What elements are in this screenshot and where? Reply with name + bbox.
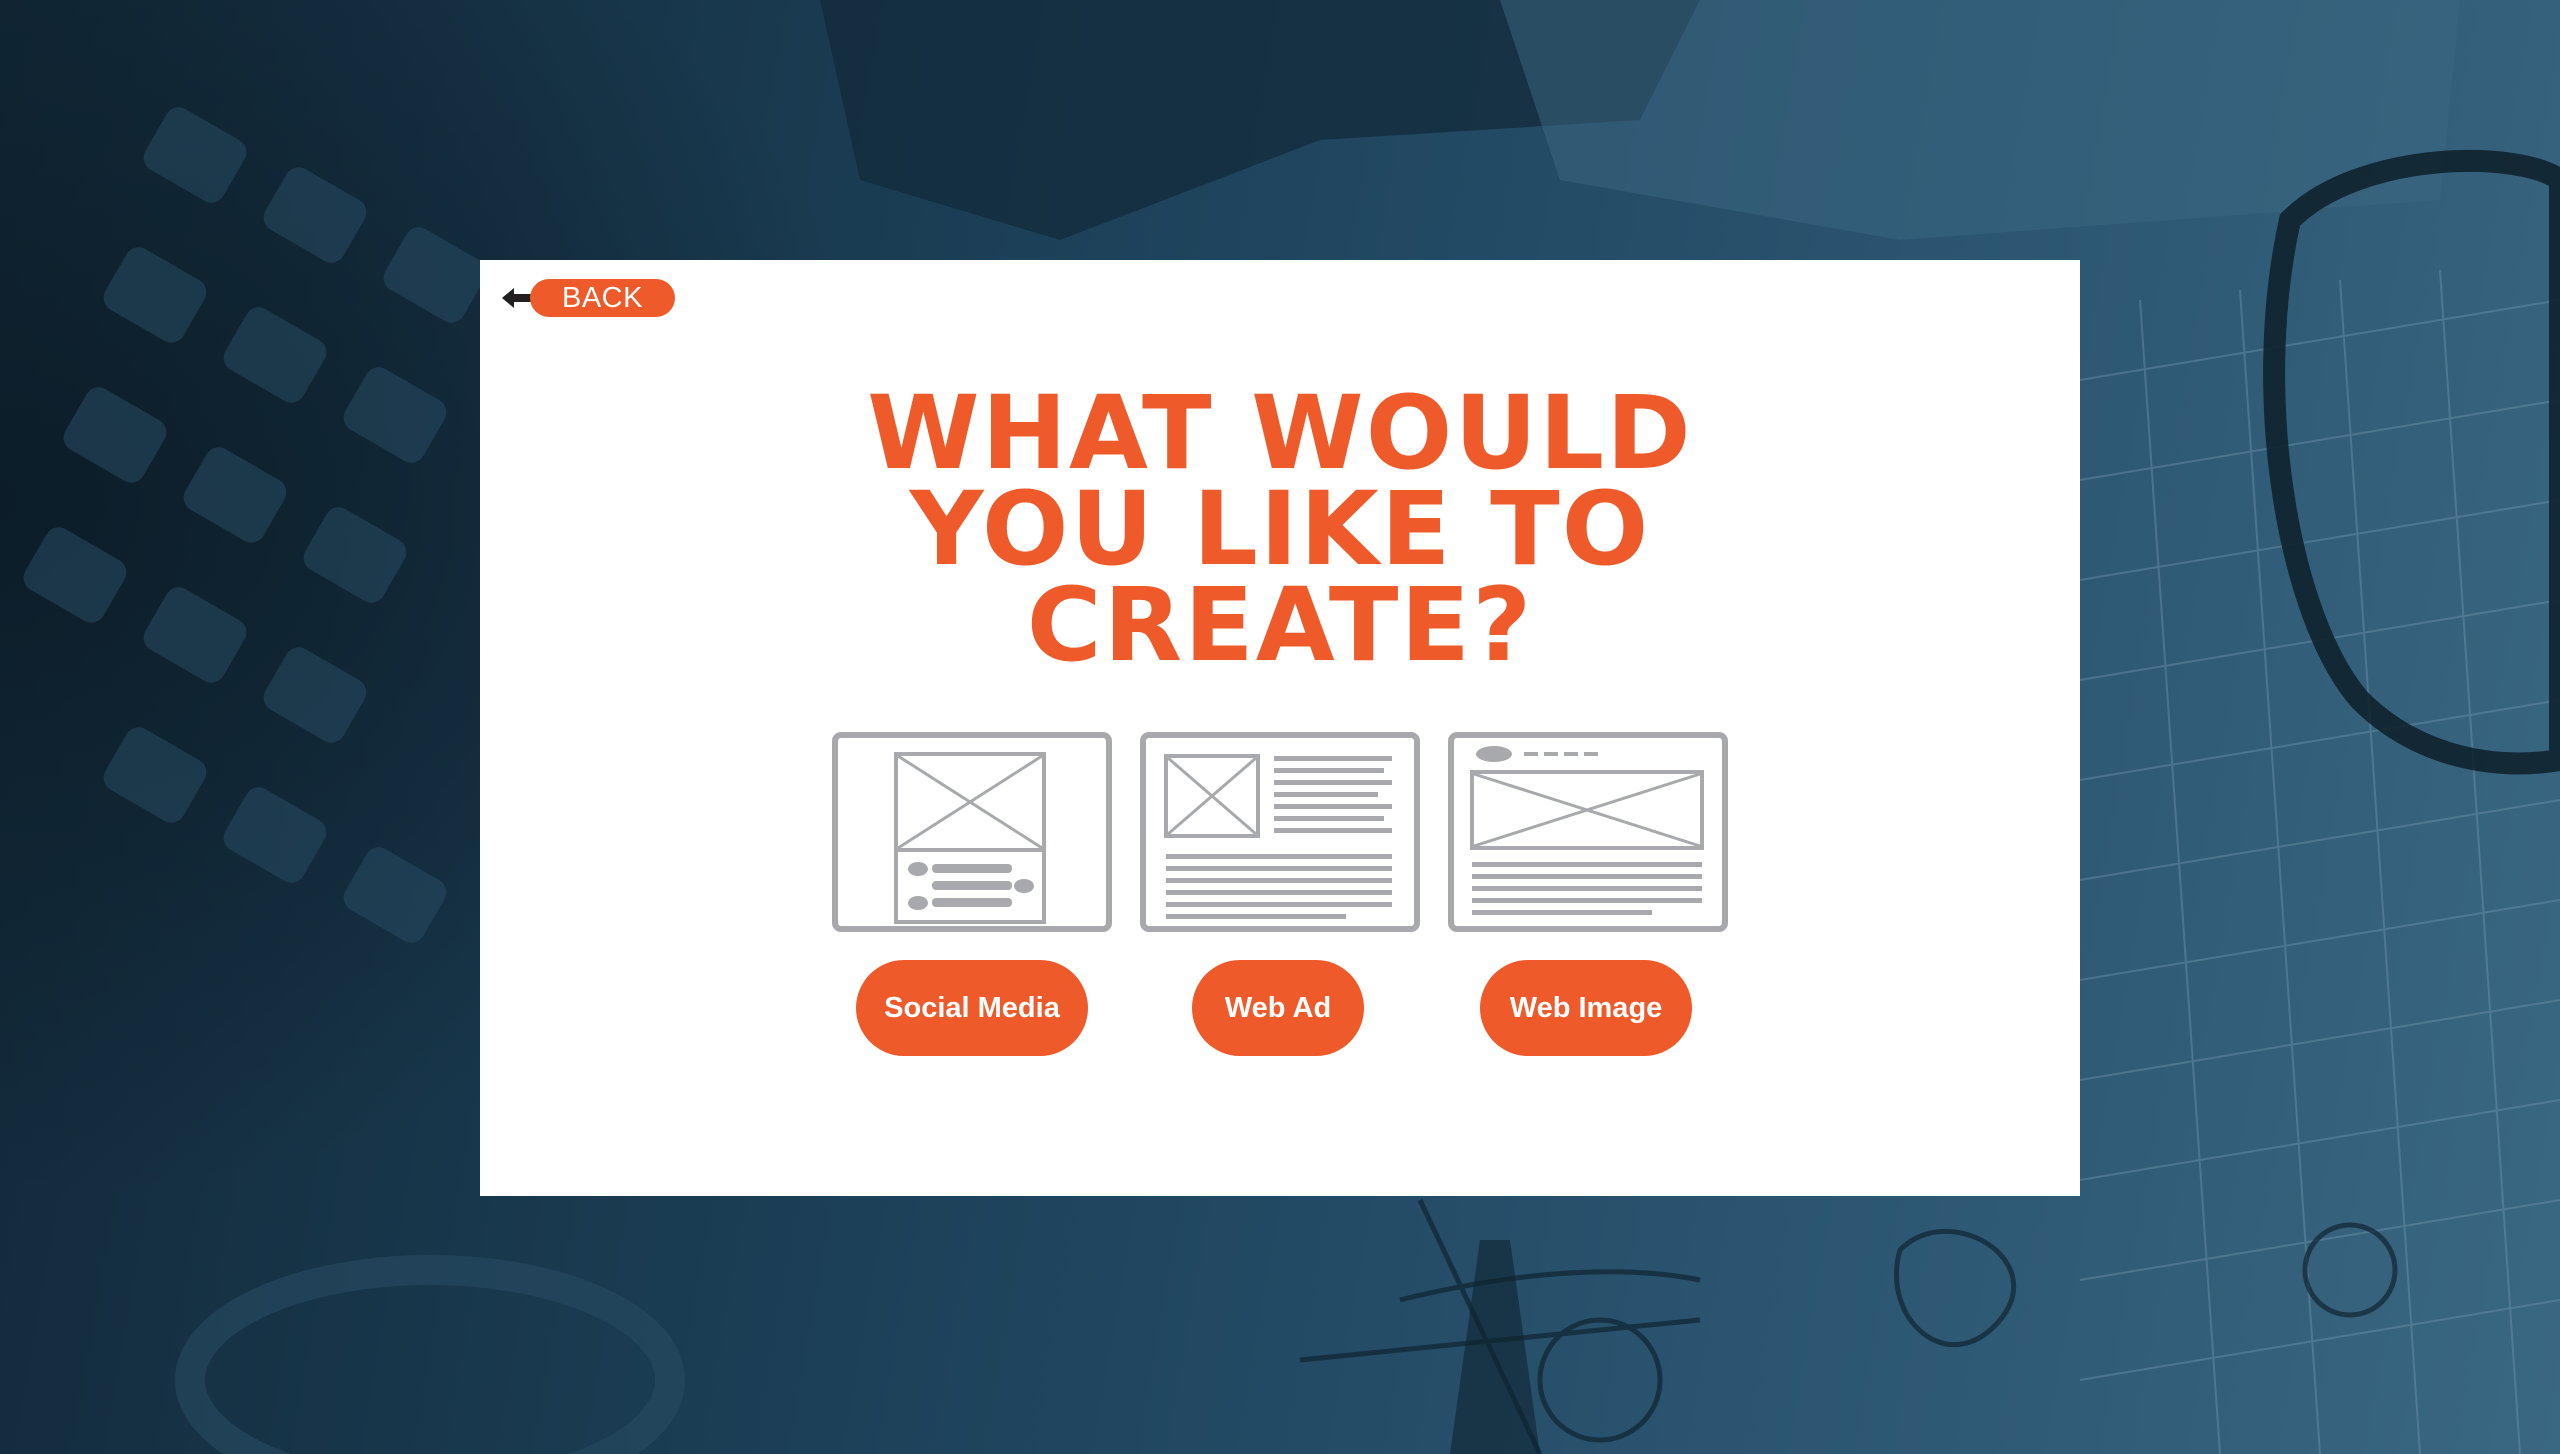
back-button[interactable]: BACK: [530, 279, 675, 317]
option-web-image: Web Image: [1448, 732, 1728, 1062]
page-title-line-2: YOU LIKE TO: [909, 470, 1651, 589]
page-title-line-1: WHAT WOULD: [867, 374, 1693, 493]
web-ad-button[interactable]: Web Ad: [1192, 960, 1364, 1056]
option-web-ad: Web Ad: [1140, 732, 1420, 1062]
page-title-line-3: CREATE?: [1026, 566, 1534, 685]
social-media-wireframe-icon[interactable]: [832, 732, 1112, 932]
page-title: WHAT WOULD YOU LIKE TO CREATE?: [480, 374, 2080, 685]
web-ad-wireframe-icon[interactable]: [1140, 732, 1420, 932]
web-image-button[interactable]: Web Image: [1480, 960, 1692, 1056]
back-control[interactable]: BACK: [500, 278, 675, 318]
social-media-button[interactable]: Social Media: [856, 960, 1088, 1056]
create-dialog: BACK WHAT WOULD YOU LIKE TO CREATE? Soci…: [480, 260, 2080, 1196]
option-social-media: Social Media: [832, 732, 1112, 1062]
web-image-wireframe-icon[interactable]: [1448, 732, 1728, 932]
